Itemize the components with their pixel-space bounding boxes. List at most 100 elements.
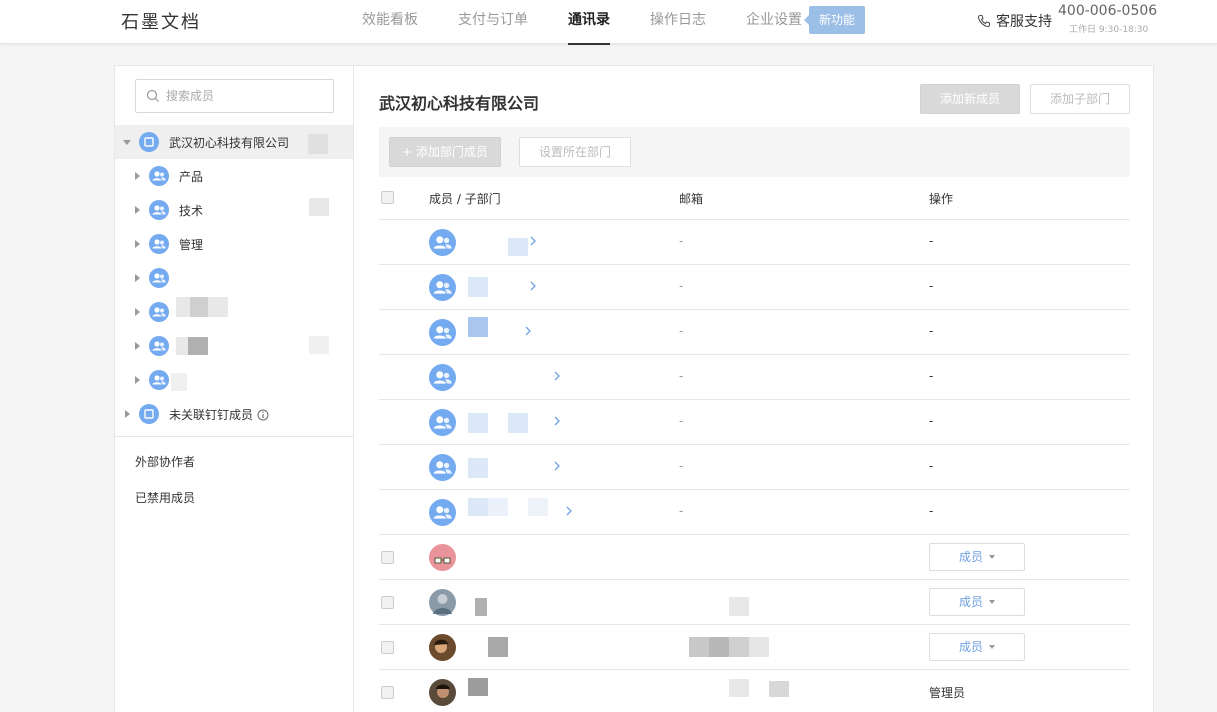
role-select[interactable]: 成员	[929, 543, 1025, 571]
table-row[interactable]: 成员	[379, 580, 1130, 625]
caret-right-icon[interactable]	[133, 273, 141, 283]
set-department-button[interactable]: 设置所在部门	[519, 137, 631, 167]
ops-cell: -	[929, 234, 934, 248]
tree-item-dept-4[interactable]	[115, 261, 353, 295]
table-row[interactable]: - -	[379, 490, 1130, 535]
sidebar-divider	[115, 436, 353, 437]
column-ops: 操作	[929, 192, 954, 206]
group-icon	[149, 200, 169, 220]
nav-payment-orders[interactable]: 支付与订单	[458, 0, 528, 44]
table-row[interactable]: 管理员	[379, 670, 1130, 712]
redacted-block	[508, 413, 528, 433]
phone-icon	[977, 14, 991, 28]
caret-right-icon[interactable]	[133, 375, 141, 385]
app-logo[interactable]: 石墨文档	[121, 8, 201, 34]
nav-dashboard[interactable]: 效能看板	[362, 0, 418, 44]
chevron-right-icon[interactable]	[529, 279, 537, 293]
row-checkbox[interactable]	[381, 551, 394, 564]
tree-item-root[interactable]: 武汉初心科技有限公司	[115, 125, 353, 159]
table-row[interactable]: - -	[379, 310, 1130, 355]
member-search[interactable]	[135, 79, 334, 113]
chevron-right-icon[interactable]	[529, 234, 537, 248]
table-row[interactable]: - -	[379, 220, 1130, 265]
table-row[interactable]: 成员	[379, 625, 1130, 670]
tree-item-dept-7[interactable]	[115, 363, 353, 397]
role-select[interactable]: 成员	[929, 588, 1025, 616]
support-link[interactable]: 客服支持	[977, 11, 1052, 31]
chevron-right-icon[interactable]	[524, 324, 532, 338]
add-member-button[interactable]: 添加新成员	[920, 84, 1020, 114]
department-sidebar: 武汉初心科技有限公司 产品 技术 管理	[115, 66, 354, 712]
info-icon[interactable]	[257, 409, 269, 421]
caret-right-icon[interactable]	[123, 409, 131, 419]
ops-cell: -	[929, 414, 934, 428]
caret-right-icon[interactable]	[133, 239, 141, 249]
group-icon	[149, 166, 169, 186]
external-collaborators-link[interactable]: 外部协作者	[135, 453, 195, 470]
caret-down-icon[interactable]	[123, 137, 131, 147]
avatar[interactable]	[429, 589, 456, 616]
new-feature-badge[interactable]: 新功能	[804, 6, 865, 34]
group-icon	[429, 499, 456, 526]
chevron-right-icon[interactable]	[553, 414, 561, 428]
chevron-right-icon[interactable]	[553, 459, 561, 473]
avatar[interactable]	[429, 634, 456, 661]
member-list-area: 武汉初心科技有限公司 添加新成员 添加子部门 + 添加部门成员 设置所在部门 成…	[355, 66, 1153, 712]
nav-enterprise-settings[interactable]: 企业设置	[746, 0, 802, 44]
table-row[interactable]: - -	[379, 265, 1130, 310]
caret-right-icon[interactable]	[133, 307, 141, 317]
tree-item-dept-2[interactable]: 技术	[115, 193, 353, 227]
company-icon	[139, 132, 159, 152]
tree-item-dept-6[interactable]	[115, 329, 353, 363]
avatar[interactable]	[429, 544, 456, 571]
add-subdepartment-button[interactable]: 添加子部门	[1030, 84, 1130, 114]
role-value: 成员	[958, 550, 983, 564]
disabled-members-link[interactable]: 已禁用成员	[135, 489, 195, 506]
avatar[interactable]	[429, 679, 456, 706]
redacted-block	[528, 498, 548, 516]
add-department-member-button[interactable]: + 添加部门成员	[389, 137, 501, 167]
tree-item-unlinked[interactable]: 未关联钉钉成员	[115, 397, 353, 431]
redacted-block	[308, 134, 328, 154]
tree-item-dept-3[interactable]: 管理	[115, 227, 353, 261]
nav-operation-log[interactable]: 操作日志	[650, 0, 706, 44]
redacted-block	[475, 598, 487, 616]
table-row[interactable]: - -	[379, 355, 1130, 400]
redacted-block	[769, 681, 789, 697]
row-checkbox[interactable]	[381, 596, 394, 609]
tree-item-dept-1[interactable]: 产品	[115, 159, 353, 193]
tree-item-dept-5[interactable]	[115, 295, 353, 329]
table-row[interactable]: 成员	[379, 535, 1130, 580]
group-icon	[149, 302, 169, 322]
group-icon	[149, 336, 169, 356]
group-icon	[429, 364, 456, 391]
caret-right-icon[interactable]	[133, 341, 141, 351]
group-icon	[429, 319, 456, 346]
group-icon	[429, 274, 456, 301]
role-select[interactable]: 成员	[929, 633, 1025, 661]
redacted-block	[171, 373, 187, 391]
search-input[interactable]	[166, 87, 326, 105]
row-checkbox[interactable]	[381, 686, 394, 699]
chevron-right-icon[interactable]	[553, 369, 561, 383]
role-value: 成员	[958, 640, 983, 654]
nav-contacts[interactable]: 通讯录	[568, 0, 610, 45]
redacted-block	[729, 597, 749, 616]
table-row[interactable]: - -	[379, 445, 1130, 490]
row-checkbox[interactable]	[381, 641, 394, 654]
contacts-panel: 武汉初心科技有限公司 产品 技术 管理	[114, 65, 1154, 712]
chevron-right-icon[interactable]	[565, 504, 573, 518]
redacted-block	[309, 198, 329, 216]
select-all-checkbox[interactable]	[381, 191, 394, 204]
redacted-block	[188, 337, 208, 355]
company-icon	[139, 404, 159, 424]
redacted-block	[190, 297, 208, 317]
role-value: 成员	[958, 595, 983, 609]
caret-right-icon[interactable]	[133, 171, 141, 181]
caret-right-icon[interactable]	[133, 205, 141, 215]
group-icon	[429, 454, 456, 481]
redacted-block	[468, 678, 488, 696]
table-row[interactable]: - -	[379, 400, 1130, 445]
email-cell: -	[679, 234, 684, 248]
support-label: 客服支持	[996, 14, 1052, 30]
